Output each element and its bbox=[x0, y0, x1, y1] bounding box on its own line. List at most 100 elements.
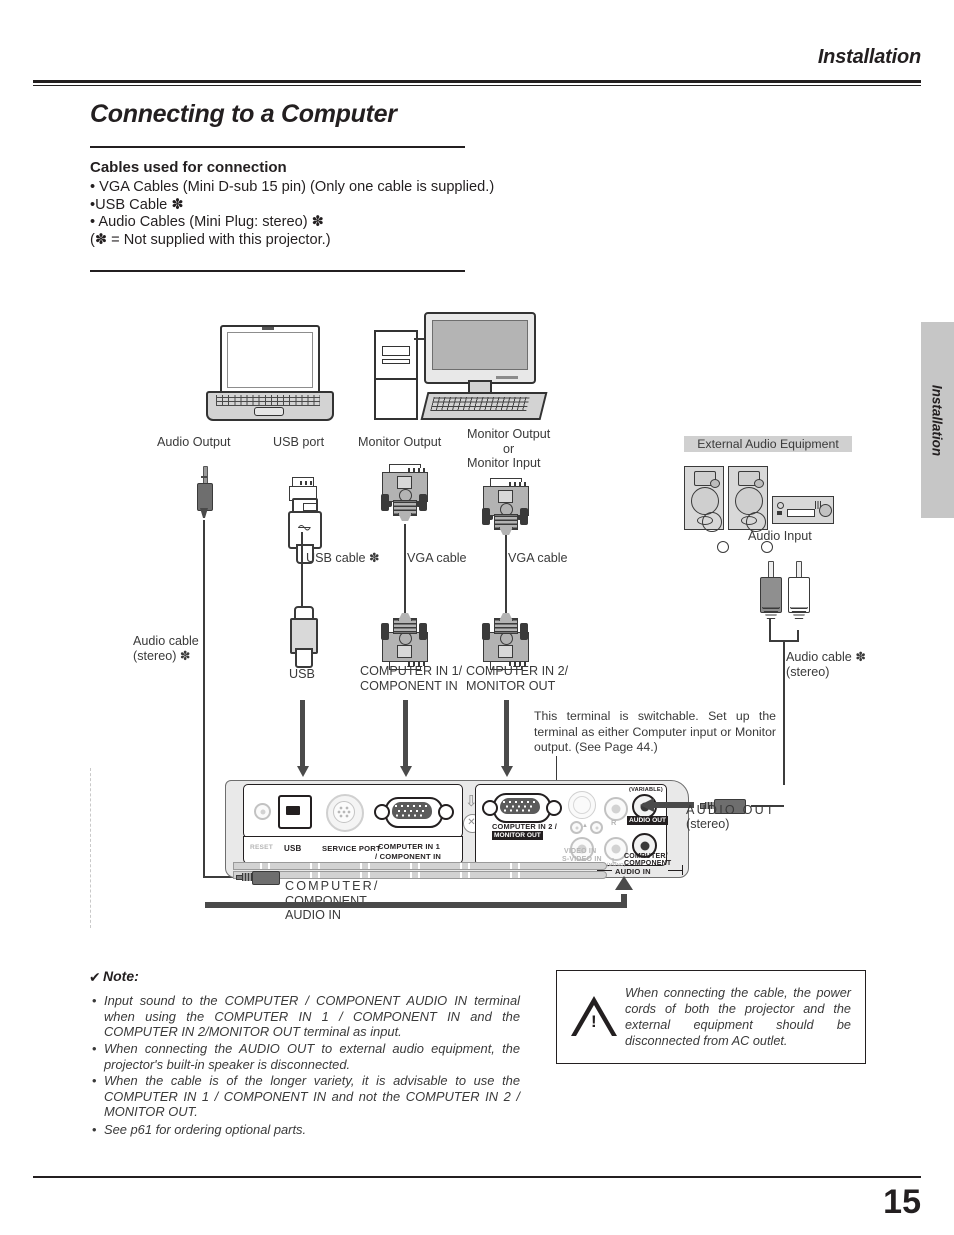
arrow-head bbox=[297, 766, 309, 777]
header-rule-thin bbox=[33, 85, 921, 86]
vent-bar bbox=[310, 872, 313, 878]
panel-label-usb: USB bbox=[284, 844, 302, 853]
header-rule-thick bbox=[33, 80, 921, 83]
speaker-left-illustration bbox=[684, 466, 729, 553]
usb-port-icon bbox=[289, 477, 317, 501]
dsub-pin-field bbox=[392, 802, 432, 819]
label-monitor-output-or-input: Monitor Output or Monitor Input bbox=[467, 427, 550, 471]
arrow-stem-vertical bbox=[621, 894, 627, 908]
vga-screw-right bbox=[419, 623, 427, 640]
vga-shell-pins bbox=[509, 481, 529, 486]
dsub-screw-left bbox=[374, 804, 390, 820]
projector-left-label-bar: RESET USB SERVICE PORT COMPUTER IN 1 / C… bbox=[243, 836, 463, 864]
audio-in-bracket-right bbox=[668, 870, 682, 872]
note-item: Input sound to the COMPUTER / COMPONENT … bbox=[104, 993, 520, 1040]
note-heading-label: Note: bbox=[103, 968, 139, 984]
label-computer-in-2-line1: COMPUTER IN 2/ bbox=[466, 664, 569, 678]
arrow-head bbox=[640, 798, 654, 812]
vent-bar bbox=[268, 863, 271, 869]
rca-plug-left bbox=[760, 561, 782, 623]
note-item: When the cable is of the longer variety,… bbox=[104, 1073, 520, 1120]
vent-bar bbox=[318, 872, 321, 878]
vent-bar bbox=[260, 863, 263, 869]
usb-cable-connector-b-icon bbox=[290, 606, 318, 668]
label-computer-in-1: COMPUTER IN 1/ COMPONENT IN bbox=[360, 664, 462, 693]
amplifier-button bbox=[777, 511, 782, 515]
vga-connector-computer-in-2 bbox=[477, 608, 533, 670]
panel-label-computer-in-2-line1: COMPUTER IN 2 / bbox=[492, 822, 558, 831]
laptop-hinge bbox=[262, 326, 274, 330]
vga-strain-relief bbox=[499, 527, 513, 535]
note-item: See p61 for ordering optional parts. bbox=[104, 1122, 307, 1137]
cables-rule-bottom bbox=[90, 270, 465, 272]
dsub-screw-right bbox=[546, 800, 562, 816]
usb-plug-a-pins bbox=[303, 503, 317, 511]
speaker-right-illustration bbox=[728, 466, 773, 553]
note-item: When connecting the AUDIO OUT to externa… bbox=[104, 1041, 520, 1072]
vent-bar bbox=[460, 863, 463, 869]
computer-in-1-socket bbox=[374, 797, 454, 828]
rca-grip bbox=[762, 607, 780, 619]
miniplug-body bbox=[197, 483, 213, 511]
vga-square bbox=[397, 645, 412, 658]
label-vga-cable-1: VGA cable bbox=[407, 551, 467, 565]
label-monitor-output-line1: Monitor Output bbox=[467, 427, 551, 441]
vga-square bbox=[498, 490, 513, 503]
diagram-guide-line bbox=[90, 768, 91, 928]
vent-bar bbox=[318, 863, 321, 869]
note-bullet: • bbox=[92, 1041, 97, 1056]
projector-left-terminal-group bbox=[243, 784, 463, 838]
amplifier-indicator bbox=[777, 502, 784, 509]
check-icon: ✔ bbox=[89, 969, 101, 985]
tower-drive-bay bbox=[382, 346, 410, 356]
vga-connector-top-2 bbox=[477, 478, 533, 540]
vga-strain-relief bbox=[398, 613, 412, 621]
external-audio-banner: External Audio Equipment bbox=[684, 436, 852, 452]
vga-connector-top-1 bbox=[376, 464, 432, 526]
cables-rule-top bbox=[90, 146, 465, 148]
panel-label-r: R bbox=[611, 818, 617, 827]
arrow-stem bbox=[504, 700, 509, 768]
label-usb-cable: USB cable ✽ bbox=[306, 551, 380, 565]
page-header: Installation bbox=[0, 0, 954, 90]
projector-terminal-panel-illustration: RESET USB SERVICE PORT COMPUTER IN 1 / C… bbox=[225, 780, 689, 879]
service-port-inner bbox=[333, 801, 355, 823]
projector-vent-row bbox=[233, 862, 607, 870]
projector-right-terminal-group: COMPUTER IN 2 / MONITOR OUT ▲ VIDEO IN S… bbox=[475, 784, 671, 867]
panel-label-s-video-mark: ▲ bbox=[582, 823, 589, 829]
laptop-illustration bbox=[206, 325, 334, 421]
vga-screw-left bbox=[482, 508, 490, 525]
vent-bar bbox=[510, 863, 513, 869]
laptop-screen-inner bbox=[227, 332, 313, 388]
vga-connector-computer-in-1 bbox=[376, 608, 432, 670]
vga-cable-1-wire bbox=[404, 524, 406, 616]
service-port-pins bbox=[337, 805, 351, 819]
note-bullet: • bbox=[92, 1122, 97, 1137]
external-audio-banner-label: External Audio Equipment bbox=[697, 437, 839, 451]
monitor-bezel bbox=[424, 312, 536, 384]
arrow-to-audio-in bbox=[205, 876, 635, 918]
vent-bar bbox=[368, 872, 371, 878]
arrow-head bbox=[400, 766, 412, 777]
speaker-woofer bbox=[691, 487, 729, 553]
laptop-keyboard bbox=[216, 395, 320, 406]
audio-in-bracket: AUDIO IN bbox=[597, 865, 683, 876]
usb-terminal-pin-block bbox=[286, 806, 300, 815]
s-video-dot-right bbox=[590, 821, 603, 834]
arrow-head bbox=[615, 876, 633, 890]
rca-plug-right bbox=[788, 561, 810, 623]
label-usb-port: USB port bbox=[273, 435, 325, 449]
vent-bar bbox=[368, 863, 371, 869]
vga-square bbox=[498, 645, 513, 658]
usb-terminal-socket bbox=[278, 795, 312, 829]
keyboard-keys bbox=[430, 397, 530, 411]
vga-strain-relief bbox=[398, 513, 412, 521]
panel-label-computer-component-line1: COMPUTER/ bbox=[624, 853, 668, 860]
vent-bar bbox=[418, 872, 421, 878]
label-vga-cable-2: VGA cable bbox=[508, 551, 568, 565]
switchable-terminal-note: This terminal is switchable. Set up the … bbox=[534, 709, 776, 754]
label-usb-terminal: USB bbox=[289, 667, 315, 681]
caution-box: ! When connecting the cable, the power c… bbox=[556, 970, 866, 1064]
keyboard-illustration bbox=[420, 392, 548, 420]
label-computer-in-2-line2: MONITOR OUT bbox=[466, 678, 556, 693]
